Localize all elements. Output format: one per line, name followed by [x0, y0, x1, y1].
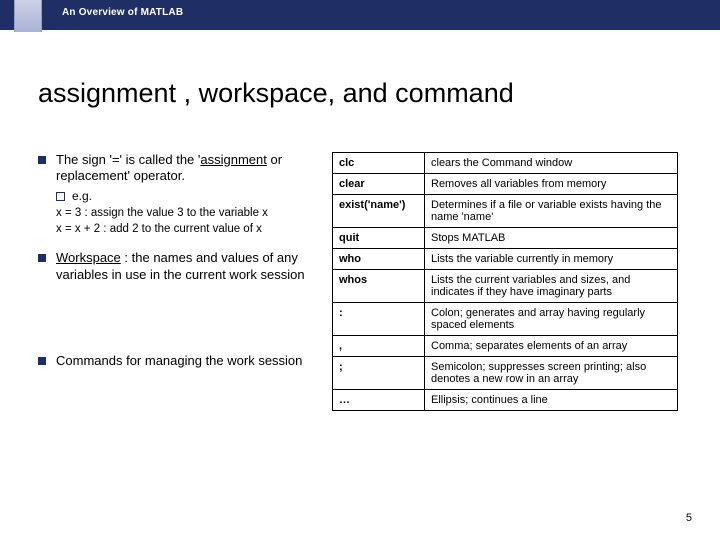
header-title: An Overview of MATLAB — [62, 7, 183, 18]
bullet-text-u: assignment — [200, 152, 266, 167]
cmd-cell: quit — [333, 228, 425, 249]
table-row: :Colon; generates and array having regul… — [333, 303, 678, 336]
bullet-text-u: Workspace — [56, 250, 121, 265]
bullet-text-pre: The sign '=' is called the ' — [56, 152, 200, 167]
page-number: 5 — [686, 512, 692, 524]
cmd-cell: … — [333, 390, 425, 411]
table-row: clcclears the Command window — [333, 153, 678, 174]
table-row: ,Comma; separates elements of an array — [333, 336, 678, 357]
cmd-cell: : — [333, 303, 425, 336]
example-line: x = x + 2 : add 2 to the current value o… — [56, 222, 318, 236]
table-body: clcclears the Command windowclearRemoves… — [333, 153, 678, 411]
sub-item: e.g. — [56, 189, 318, 204]
desc-cell: Stops MATLAB — [425, 228, 678, 249]
table-row: clearRemoves all variables from memory — [333, 174, 678, 195]
content: The sign '=' is called the 'assignment o… — [38, 152, 678, 411]
header-bar: An Overview of MATLAB — [0, 0, 720, 30]
cmd-cell: clear — [333, 174, 425, 195]
example-line: x = 3 : assign the value 3 to the variab… — [56, 206, 318, 220]
desc-cell: Semicolon; suppresses screen printing; a… — [425, 357, 678, 390]
page-title: assignment , workspace, and command — [38, 78, 720, 109]
desc-cell: Ellipsis; continues a line — [425, 390, 678, 411]
sub-list: e.g. — [56, 189, 318, 204]
right-column: clcclears the Command windowclearRemoves… — [332, 152, 678, 411]
bullet-item: The sign '=' is called the 'assignment o… — [38, 152, 318, 236]
sub-label: e.g. — [72, 189, 92, 203]
table-row: ;Semicolon; suppresses screen printing; … — [333, 357, 678, 390]
desc-cell: Determines if a file or variable exists … — [425, 195, 678, 228]
cmd-cell: exist('name') — [333, 195, 425, 228]
slide: An Overview of MATLAB assignment , works… — [0, 0, 720, 540]
cmd-cell: , — [333, 336, 425, 357]
table-row: whoLists the variable currently in memor… — [333, 249, 678, 270]
table-row: whosLists the current variables and size… — [333, 270, 678, 303]
left-column: The sign '=' is called the 'assignment o… — [38, 152, 318, 411]
cmd-cell: clc — [333, 153, 425, 174]
table-row: exist('name')Determines if a file or var… — [333, 195, 678, 228]
desc-cell: Lists the current variables and sizes, a… — [425, 270, 678, 303]
bullet-item: Commands for managing the work session — [38, 353, 318, 369]
desc-cell: clears the Command window — [425, 153, 678, 174]
desc-cell: Removes all variables from memory — [425, 174, 678, 195]
desc-cell: Lists the variable currently in memory — [425, 249, 678, 270]
cmd-cell: who — [333, 249, 425, 270]
bullet-list: The sign '=' is called the 'assignment o… — [38, 152, 318, 369]
bullet-text-pre: Commands for managing the work session — [56, 353, 302, 368]
cmd-cell: whos — [333, 270, 425, 303]
desc-cell: Colon; generates and array having regula… — [425, 303, 678, 336]
command-table: clcclears the Command windowclearRemoves… — [332, 152, 678, 411]
cmd-cell: ; — [333, 357, 425, 390]
table-row: …Ellipsis; continues a line — [333, 390, 678, 411]
table-row: quitStops MATLAB — [333, 228, 678, 249]
bullet-item: Workspace : the names and values of any … — [38, 250, 318, 283]
desc-cell: Comma; separates elements of an array — [425, 336, 678, 357]
